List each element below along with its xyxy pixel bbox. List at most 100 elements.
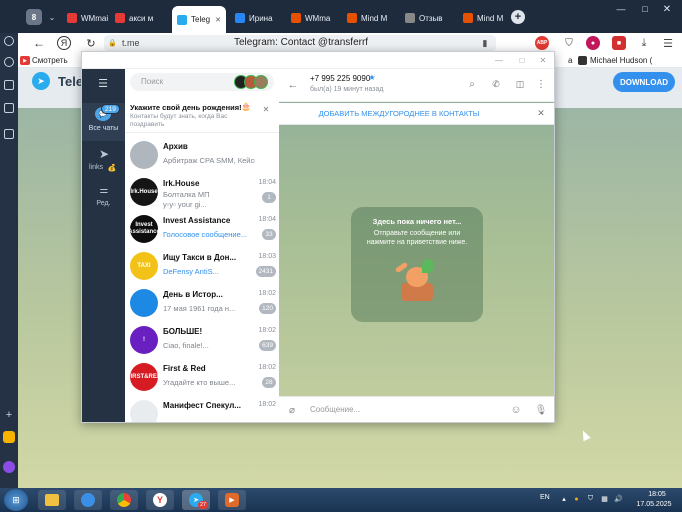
phone-icon[interactable]: ✆: [490, 78, 502, 90]
mail-icon[interactable]: [3, 431, 15, 443]
sidebar-toggle-icon[interactable]: ◫: [514, 78, 526, 90]
add-icon[interactable]: +: [3, 409, 15, 421]
unread-count-badge: 1: [262, 192, 276, 203]
minimize-icon[interactable]: —: [614, 4, 628, 14]
add-international-button[interactable]: ДОБАВИТЬ МЕЖДУГОРОДНЕЕ В КОНТАКТЫ: [279, 109, 519, 118]
apps-icon[interactable]: [4, 129, 14, 139]
reload-icon[interactable]: ↻: [84, 36, 98, 50]
greeting-sticker[interactable]: [393, 255, 443, 303]
chat-list-item[interactable]: Архив Арбитраж CPA SMM, Кейсы ...: [125, 137, 279, 174]
telegram-logo-icon: ➤: [32, 72, 50, 90]
birthday-title: Укажите свой день рождения!: [130, 103, 242, 112]
story-avatar[interactable]: [254, 75, 268, 89]
clock-date[interactable]: 17.05.2025: [630, 501, 678, 508]
alice-icon[interactable]: [3, 461, 15, 473]
chat-list-item[interactable]: Манифест Спекул... 18:02: [125, 396, 279, 422]
cake-icon: 🎂: [241, 101, 251, 111]
tabs-dropdown-icon[interactable]: ⌄: [45, 9, 59, 25]
folder-all-chats[interactable]: 💬 219 Все чаты: [82, 103, 125, 141]
youtube-icon[interactable]: ▶: [20, 56, 30, 65]
browser-tab[interactable]: WMmail: [62, 8, 108, 28]
extension-red-icon[interactable]: ■: [612, 36, 626, 50]
folder-edit[interactable]: ⚌ Ред.: [82, 181, 125, 213]
message-input[interactable]: Сообщение...: [310, 405, 360, 414]
minimize-icon[interactable]: —: [494, 55, 504, 65]
abp-extension-icon[interactable]: ABP: [535, 36, 549, 50]
chat-list-item[interactable]: ! БОЛЬШЕ! 18:02 Ciao, finale!... 639: [125, 322, 279, 359]
taskbar-explorer[interactable]: [38, 490, 66, 510]
download-icon[interactable]: ⤓: [637, 36, 651, 50]
browser-tab[interactable]: Teleg ✕: [172, 6, 226, 33]
chat-list-item[interactable]: TAXI Ищу Такси в Дон... 18:03 DeFensy AntiS…: [125, 248, 279, 285]
tab-icon[interactable]: [4, 80, 14, 90]
chat-list-item[interactable]: FIRST&RED First & Red 18:02 Угадайте кто вы…: [125, 359, 279, 396]
download-button[interactable]: DOWNLOAD: [613, 72, 675, 92]
browser-tab[interactable]: акси м: [110, 8, 168, 28]
browser-tab[interactable]: Отзыв: [400, 8, 454, 28]
browser-tab[interactable]: Ирина: [230, 8, 282, 28]
extension-icon[interactable]: ●: [586, 36, 600, 50]
search-box[interactable]: Поиск: [130, 73, 274, 91]
birthday-banner[interactable]: Укажите свой день рождения! 🎂 Контакты б…: [125, 97, 279, 133]
emoji-icon[interactable]: ☺: [509, 403, 523, 417]
shield-icon[interactable]: ⛉: [562, 36, 576, 50]
volume-icon[interactable]: 🔊: [614, 494, 623, 504]
profile-icon[interactable]: [4, 103, 14, 113]
menu-icon[interactable]: ☰: [661, 36, 675, 50]
start-button[interactable]: ⊞: [4, 489, 28, 511]
folders-sidebar: ☰ 💬 219 Все чаты ➤ links 💰 ⚌ Ред.: [82, 69, 125, 422]
chat-preview: Арбитраж CPA SMM, Кейсы ...: [163, 156, 255, 165]
close-window-icon[interactable]: ✕: [538, 55, 548, 65]
network-icon[interactable]: ▦: [600, 494, 609, 504]
bookmark-item[interactable]: Michael Hudson (: [590, 56, 652, 65]
attach-icon[interactable]: ⌀: [286, 403, 298, 417]
maximize-icon[interactable]: □: [638, 4, 652, 14]
bookmark-item[interactable]: Смотреть: [32, 56, 68, 65]
taskbar-chrome[interactable]: [110, 490, 138, 510]
taskbar-network[interactable]: [74, 490, 102, 510]
address-bar[interactable]: 🔒 t.me Telegram: Contact @transferrf ▮: [104, 35, 496, 51]
taskbar-telegram[interactable]: ➤ 27: [182, 490, 210, 510]
close-bar-icon[interactable]: ✕: [536, 108, 546, 118]
microphone-icon[interactable]: 🎙: [535, 403, 548, 417]
contact-phone[interactable]: +7 995 225 9090: [310, 74, 370, 83]
clock-time[interactable]: 18:05: [637, 491, 677, 498]
play-icon[interactable]: [4, 57, 14, 67]
tray-arrow-icon[interactable]: ▴: [560, 494, 568, 504]
folder-links[interactable]: ➤ links 💰: [82, 145, 125, 179]
search-icon[interactable]: ⌕: [466, 78, 478, 90]
tray-app-icon[interactable]: ●: [572, 494, 581, 504]
new-tab-button[interactable]: +: [511, 10, 525, 24]
history-icon[interactable]: [4, 36, 14, 46]
close-window-icon[interactable]: ✕: [660, 3, 674, 15]
unread-badge: 219: [101, 104, 120, 114]
taskbar-media[interactable]: ▶: [218, 490, 246, 510]
chat-list-item[interactable]: Invest Assistance Invest Assistance 18:04 Г…: [125, 211, 279, 248]
search-input[interactable]: Поиск: [141, 77, 163, 86]
language-indicator[interactable]: EN: [540, 494, 550, 501]
browser-tab[interactable]: Mind M: [342, 8, 396, 28]
bookmark-item[interactable]: a: [568, 56, 572, 65]
tab-favicon-icon: [347, 13, 357, 23]
profile-button[interactable]: 8: [26, 9, 42, 25]
tab-label: Mind M: [477, 13, 504, 23]
hamburger-icon[interactable]: ☰: [96, 77, 110, 90]
chat-name: Манифест Спекул...: [163, 401, 241, 410]
bookmark-icon[interactable]: ▮: [480, 37, 490, 49]
taskbar-yandex[interactable]: Y: [146, 490, 174, 510]
tray-shield-icon[interactable]: ⛉: [586, 494, 595, 504]
bookmark-favicon: [578, 56, 587, 65]
close-banner-icon[interactable]: ✕: [261, 104, 271, 114]
back-arrow-icon[interactable]: ←: [286, 78, 300, 92]
close-tab-icon[interactable]: ✕: [215, 16, 221, 24]
chat-list-item[interactable]: Irk.House Irk.House 18:04 Болталка МП у▫у▫ y…: [125, 174, 279, 211]
star-icon: ★: [368, 73, 376, 82]
browser-tab[interactable]: WMma: [286, 8, 338, 28]
more-icon[interactable]: ⋮: [536, 78, 546, 90]
chat-list-item[interactable]: День в Истор... 18:02 17 мая 1961 года н..…: [125, 285, 279, 322]
browser-tab[interactable]: Mind M: [458, 8, 508, 28]
back-icon[interactable]: ←: [32, 36, 46, 50]
chat-avatar: !: [130, 326, 158, 354]
maximize-icon[interactable]: □: [517, 55, 527, 65]
yandex-icon[interactable]: Я: [57, 36, 71, 50]
